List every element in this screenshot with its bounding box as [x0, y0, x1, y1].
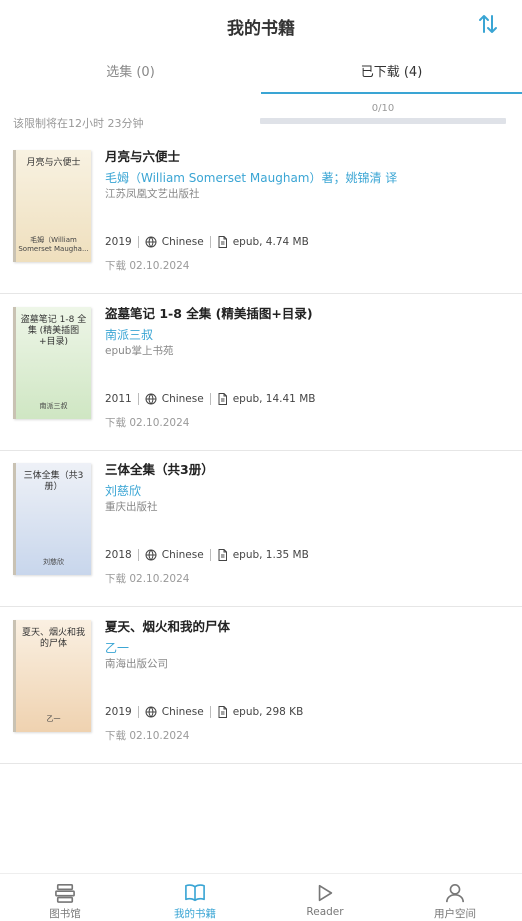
book-cover[interactable]: 盗墓笔记 1-8 全集 (精美插图+目录) 南派三叔 — [13, 307, 91, 419]
cover-author: 乙一 — [46, 715, 61, 723]
book-item[interactable]: 盗墓笔记 1-8 全集 (精美插图+目录) 南派三叔 盗墓笔记 1-8 全集 (… — [0, 295, 522, 451]
book-language: Chinese — [161, 549, 204, 561]
book-file-info: epub, 298 KB — [232, 706, 304, 718]
book-author[interactable]: 刘慈欣 — [105, 482, 141, 499]
divider — [209, 393, 211, 405]
book-language: Chinese — [161, 393, 204, 405]
book-publisher: 江苏凤凰文艺出版社 — [105, 188, 200, 200]
nav-my-books[interactable]: 我的书籍 — [130, 874, 260, 921]
divider — [137, 393, 139, 405]
book-year: 2019 — [105, 236, 132, 248]
book-title[interactable]: 盗墓笔记 1-8 全集 (精美插图+目录) — [105, 303, 313, 322]
limit-reset-text: 该限制将在12小时 23分钟 — [13, 117, 144, 130]
book-cover[interactable]: 月亮与六便士 毛姆（William Somerset Maugha... — [13, 150, 91, 262]
book-year: 2011 — [105, 393, 132, 405]
divider — [209, 706, 211, 718]
download-date: 下载 02.10.2024 — [105, 260, 190, 272]
book-publisher: epub掌上书苑 — [105, 345, 174, 357]
download-date: 下载 02.10.2024 — [105, 730, 190, 742]
globe-icon — [145, 236, 157, 248]
cover-title: 盗墓笔记 1-8 全集 (精美插图+目录) — [20, 315, 87, 347]
book-title[interactable]: 三体全集（共3册） — [105, 459, 214, 478]
tab-bar: 选集 (0) 已下载 (4) — [0, 52, 522, 94]
cover-author: 刘慈欣 — [43, 558, 64, 566]
divider — [209, 236, 211, 248]
file-icon — [218, 549, 227, 561]
cover-title: 夏天、烟火和我的尸体 — [21, 628, 85, 649]
book-cover[interactable]: 夏天、烟火和我的尸体 乙一 — [13, 620, 91, 732]
file-icon — [218, 236, 227, 248]
book-language: Chinese — [161, 706, 204, 718]
nav-label: 用户空间 — [434, 908, 476, 920]
divider — [209, 549, 211, 561]
nav-user-space[interactable]: 用户空间 — [390, 874, 520, 921]
book-meta: 2011 Chinese epub, 14.41 MB — [105, 391, 315, 407]
book-file-info: epub, 1.35 MB — [232, 549, 309, 561]
download-date: 下载 02.10.2024 — [105, 573, 190, 585]
globe-icon — [145, 549, 157, 561]
download-limit: 该限制将在12小时 23分钟 0/10 — [0, 100, 522, 130]
cover-title: 三体全集（共3册） — [23, 471, 84, 492]
file-icon — [218, 706, 227, 718]
divider — [137, 706, 139, 718]
book-title[interactable]: 夏天、烟火和我的尸体 — [105, 616, 230, 635]
book-publisher: 重庆出版社 — [105, 501, 158, 513]
book-author[interactable]: 南派三叔 — [105, 326, 153, 343]
nav-label: Reader — [306, 906, 344, 918]
nav-reader[interactable]: Reader — [260, 874, 390, 921]
divider — [137, 236, 139, 248]
quota-label: 0/10 — [371, 103, 395, 114]
globe-icon — [145, 706, 157, 718]
book-language: Chinese — [161, 236, 204, 248]
book-icon — [185, 884, 205, 902]
globe-icon — [145, 393, 157, 405]
quota-progress-bar — [260, 118, 506, 124]
book-title[interactable]: 月亮与六便士 — [105, 146, 180, 165]
book-author[interactable]: 毛姆（William Somerset Maugham）著；姚锦清 译 — [105, 169, 397, 186]
app-header: 我的书籍 — [0, 0, 522, 52]
bottom-navigation: 图书馆 我的书籍 Reader 用户空间 — [0, 873, 522, 921]
book-meta: 2019 Chinese epub, 298 KB — [105, 704, 303, 720]
book-item[interactable]: 三体全集（共3册） 刘慈欣 三体全集（共3册） 刘慈欣 重庆出版社 2018 C… — [0, 451, 522, 607]
library-icon — [55, 884, 75, 903]
book-meta: 2018 Chinese epub, 1.35 MB — [105, 547, 309, 563]
book-meta: 2019 Chinese epub, 4.74 MB — [105, 234, 309, 250]
nav-label: 我的书籍 — [174, 908, 216, 920]
play-icon — [318, 884, 333, 902]
book-item[interactable]: 夏天、烟火和我的尸体 乙一 夏天、烟火和我的尸体 乙一 南海出版公司 2019 … — [0, 608, 522, 764]
book-file-info: epub, 4.74 MB — [232, 236, 309, 248]
nav-label: 图书馆 — [49, 908, 81, 920]
tab-collections[interactable]: 选集 (0) — [0, 52, 261, 94]
download-date: 下载 02.10.2024 — [105, 417, 190, 429]
book-item[interactable]: 月亮与六便士 毛姆（William Somerset Maugha... 月亮与… — [0, 138, 522, 294]
book-publisher: 南海出版公司 — [105, 658, 168, 670]
book-year: 2019 — [105, 706, 132, 718]
divider — [137, 549, 139, 561]
cover-title: 月亮与六便士 — [26, 158, 81, 168]
page-title: 我的书籍 — [227, 19, 295, 39]
file-icon — [218, 393, 227, 405]
book-year: 2018 — [105, 549, 132, 561]
cover-author: 毛姆（William Somerset Maugha... — [18, 236, 89, 253]
book-file-info: epub, 14.41 MB — [232, 393, 316, 405]
user-icon — [446, 884, 464, 903]
tab-downloaded[interactable]: 已下载 (4) — [261, 52, 522, 94]
cover-author: 南派三叔 — [39, 402, 68, 410]
sort-icon[interactable] — [476, 12, 500, 36]
active-tab-indicator — [261, 92, 522, 94]
nav-library[interactable]: 图书馆 — [0, 874, 130, 921]
book-author[interactable]: 乙一 — [105, 639, 129, 656]
book-cover[interactable]: 三体全集（共3册） 刘慈欣 — [13, 463, 91, 575]
